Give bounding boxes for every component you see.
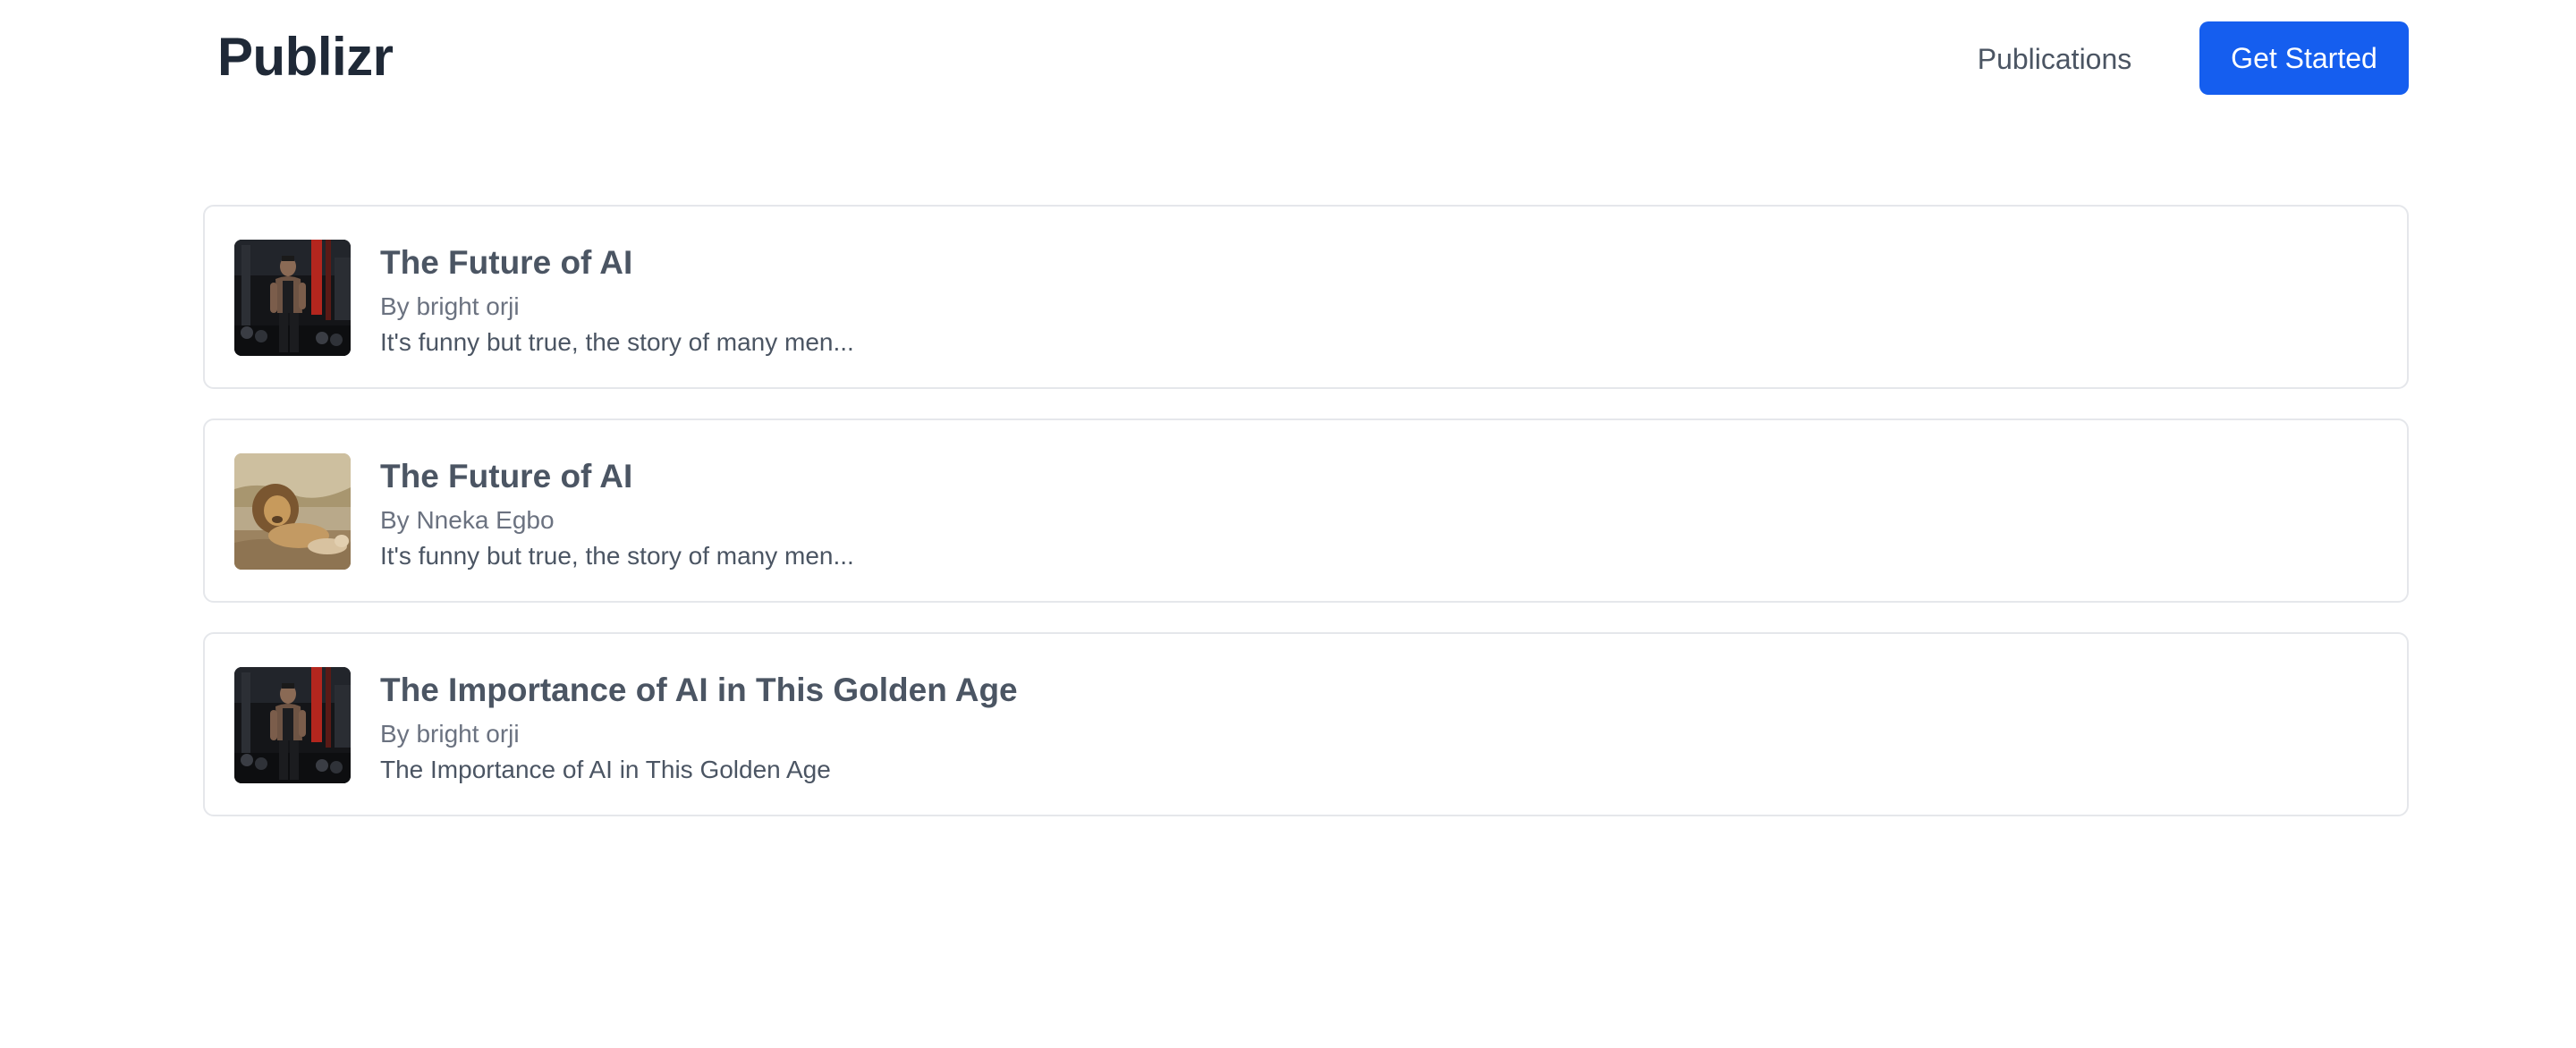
page: Publizr Publications Get Started The Fut… [0, 0, 2576, 1048]
post-author: By Nneka Egbo [380, 506, 555, 534]
post-author: By bright orji [380, 292, 520, 320]
post-excerpt: It's funny but true, the story of many m… [380, 542, 854, 570]
publication-card[interactable]: The Future of AI By Nneka Egbo It's funn… [203, 418, 2409, 603]
gym-photo-thumbnail[interactable] [234, 240, 351, 356]
post-title[interactable]: The Future of AI [380, 453, 632, 500]
publication-card[interactable]: The Importance of AI in This Golden Age … [203, 632, 2409, 816]
nav-link-publications[interactable]: Publications [1968, 36, 2141, 82]
gym-photo-thumbnail[interactable] [234, 667, 351, 783]
publication-list: The Future of AI By bright orji It's fun… [203, 205, 2409, 846]
get-started-button[interactable]: Get Started [2199, 21, 2409, 95]
brand-logo[interactable]: Publizr [217, 21, 394, 93]
gym-photo-image [234, 667, 351, 783]
post-excerpt: The Importance of AI in This Golden Age [380, 756, 831, 783]
lion-photo-thumbnail[interactable] [234, 453, 351, 570]
gym-photo-image [234, 240, 351, 356]
post-author: By bright orji [380, 720, 520, 748]
post-title[interactable]: The Importance of AI in This Golden Age [380, 667, 1018, 714]
post-title[interactable]: The Future of AI [380, 240, 632, 286]
top-navbar: Publizr Publications Get Started [0, 0, 2576, 118]
post-excerpt: It's funny but true, the story of many m… [380, 328, 854, 356]
lion-photo-image [234, 453, 351, 570]
publication-card[interactable]: The Future of AI By bright orji It's fun… [203, 205, 2409, 389]
